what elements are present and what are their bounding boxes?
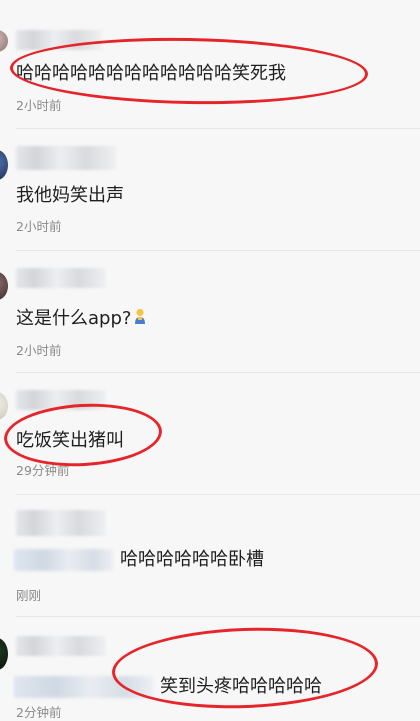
username-blurred[interactable]: [16, 636, 106, 656]
username-blurred[interactable]: [16, 390, 106, 410]
comment-item[interactable]: 哈哈哈哈哈哈哈哈哈哈哈哈笑死我 2小时前: [0, 0, 420, 130]
divider: [16, 128, 420, 129]
comment-text-content: 哈哈哈哈哈哈卧槽: [120, 549, 264, 570]
comment-text-content: 笑到头疼哈哈哈哈哈: [160, 676, 322, 697]
comment-time: 2小时前: [16, 98, 62, 113]
comment-item[interactable]: 哈哈哈哈哈哈卧槽 刚刚: [0, 496, 420, 618]
comment-text: 这是什么app?: [16, 304, 147, 330]
comment-time: 2小时前: [16, 219, 62, 234]
comment-text: 笑到头疼哈哈哈哈哈: [14, 672, 322, 698]
mention-blurred: [14, 549, 114, 571]
comment-item[interactable]: 笑到头疼哈哈哈哈哈 2分钟前: [0, 618, 420, 720]
divider: [16, 616, 420, 617]
username-blurred[interactable]: [16, 510, 106, 536]
username-blurred[interactable]: [16, 268, 106, 288]
avatar[interactable]: [0, 272, 8, 300]
comment-text: 吃饭笑出猪叫: [16, 430, 124, 451]
divider: [16, 494, 420, 495]
comment-item[interactable]: 这是什么app? 2小时前: [0, 252, 420, 374]
comment-item[interactable]: 我他妈笑出声 2小时前: [0, 130, 420, 252]
mention-blurred: [14, 676, 154, 698]
avatar[interactable]: [0, 392, 8, 420]
comment-text: 哈哈哈哈哈哈哈哈哈哈哈哈笑死我: [16, 63, 286, 84]
username-blurred[interactable]: [16, 30, 102, 50]
avatar[interactable]: [0, 150, 8, 180]
comment-time: 2小时前: [16, 343, 62, 358]
username-blurred[interactable]: [16, 146, 116, 170]
comment-list: 哈哈哈哈哈哈哈哈哈哈哈哈笑死我 2小时前 我他妈笑出声 2小时前 这是什么app…: [0, 0, 420, 720]
comment-text: 哈哈哈哈哈哈卧槽: [14, 545, 264, 571]
comment-time: 2分钟前: [16, 705, 62, 720]
avatar[interactable]: [0, 638, 8, 670]
comment-time: 29分钟前: [16, 463, 70, 478]
avatar[interactable]: [0, 30, 8, 52]
comment-text-content: 这是什么app?: [16, 308, 132, 329]
divider: [16, 250, 420, 251]
comment-item[interactable]: 吃饭笑出猪叫 29分钟前: [0, 374, 420, 496]
comment-time: 刚刚: [16, 588, 42, 603]
comment-text: 我他妈笑出声: [16, 185, 124, 206]
person-emoji-icon: [135, 308, 146, 324]
divider: [16, 372, 420, 373]
